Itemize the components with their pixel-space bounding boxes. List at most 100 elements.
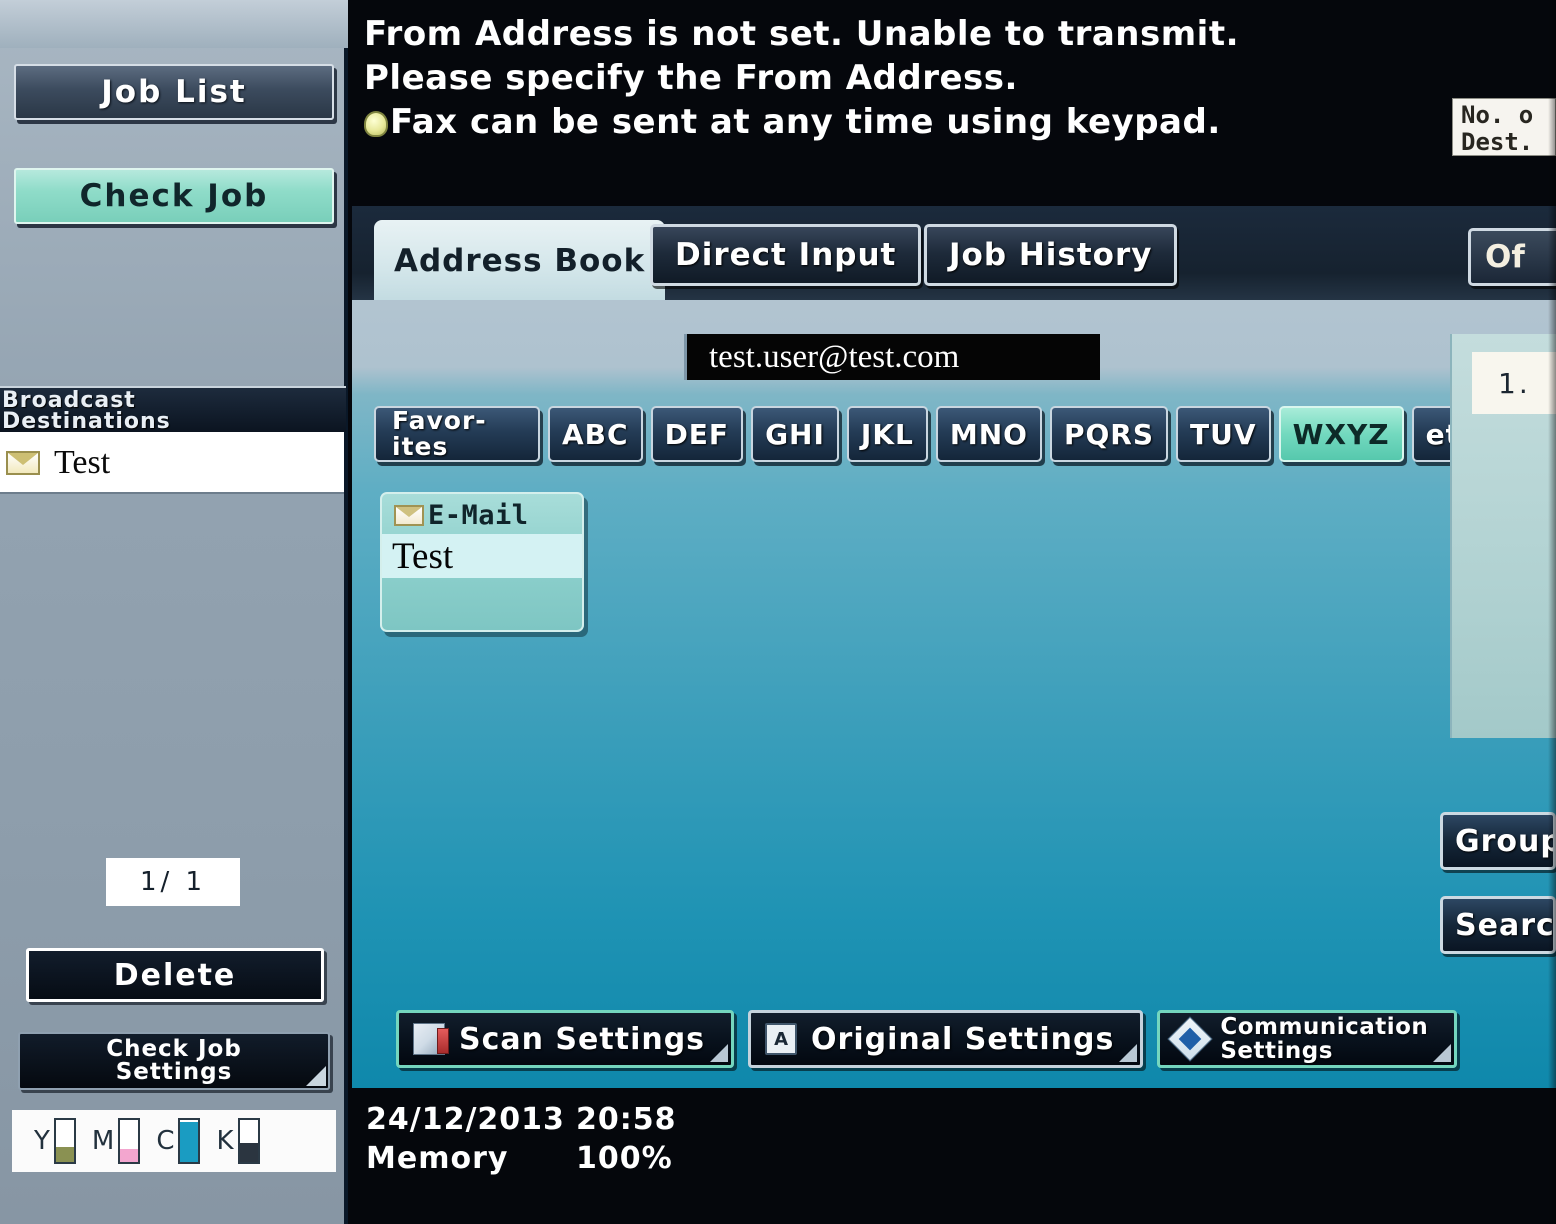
- filter-pqrs-label: PQRS: [1063, 417, 1155, 451]
- status-bar: 24/12/2013 20:58 Memory 100%: [352, 1088, 1556, 1224]
- toner-yellow: Y: [34, 1118, 76, 1164]
- toner-cyan: C: [156, 1118, 201, 1164]
- communication-settings-button[interactable]: Communication Settings: [1157, 1010, 1458, 1068]
- filter-mno[interactable]: MNO: [935, 406, 1042, 462]
- broadcast-header-line2: Destinations: [2, 409, 171, 434]
- filter-pqrs[interactable]: PQRS: [1049, 406, 1169, 462]
- toner-magenta: M: [91, 1118, 141, 1164]
- corner-triangle-icon: [710, 1044, 729, 1062]
- status-message-area: From Address is not set. Unable to trans…: [352, 0, 1556, 206]
- status-memory-value: 100%: [576, 1141, 673, 1176]
- right-subpanel: 1.: [1450, 334, 1556, 738]
- filter-def[interactable]: DEF: [650, 406, 744, 462]
- tab-address-book[interactable]: Address Book: [374, 220, 666, 302]
- printer-touchscreen: Job List Check Job Broadcast Destination…: [0, 0, 1556, 1224]
- sidebar-top-strip: [0, 0, 348, 48]
- envelope-icon: [6, 451, 40, 475]
- card-type-row: E-Mail: [382, 494, 582, 531]
- group-label: Group: [1455, 823, 1556, 859]
- communication-settings-line1: Communication: [1220, 1014, 1429, 1040]
- lightbulb-icon: [364, 111, 388, 137]
- toner-level-indicator: Y M C K: [12, 1110, 336, 1172]
- dest-count-line2: Dest.: [1461, 128, 1534, 156]
- message-line-3: Fax can be sent at any time using keypad…: [390, 102, 1221, 142]
- filter-abc-label: ABC: [562, 417, 629, 451]
- original-settings-button[interactable]: A Original Settings: [748, 1010, 1144, 1068]
- toner-cyan-tube: [178, 1118, 201, 1164]
- list-item[interactable]: Test: [0, 432, 344, 494]
- bottom-button-row: Scan Settings A Original Settings Commun…: [352, 1000, 1556, 1078]
- message-line-1: From Address is not set. Unable to trans…: [364, 14, 1240, 54]
- filter-favorites-label-1: Favor-: [392, 406, 487, 435]
- filter-ghi-label: GHI: [765, 417, 825, 451]
- filter-favorites[interactable]: Favor- ites: [374, 406, 540, 462]
- job-list-button[interactable]: Job List: [14, 64, 334, 120]
- sidebar-page-value: 1/ 1: [139, 867, 207, 897]
- check-job-settings-button[interactable]: Check Job Settings: [18, 1032, 330, 1090]
- card-name-band: Test: [382, 534, 582, 578]
- left-sidebar: Job List Check Job Broadcast Destination…: [0, 0, 348, 1224]
- search-button[interactable]: Search: [1440, 896, 1556, 954]
- broadcast-destinations-list[interactable]: Test: [0, 432, 344, 494]
- broadcast-header-line1: Broadcast: [2, 388, 136, 413]
- filter-favorites-label-2: ites: [392, 432, 449, 461]
- delete-label: Delete: [113, 957, 237, 993]
- destination-name: Test: [54, 444, 111, 481]
- filter-jkl-label: JKL: [860, 417, 914, 451]
- toner-cyan-label: C: [156, 1126, 175, 1156]
- tab-job-history-label: Job History: [949, 237, 1153, 273]
- scan-icon: [413, 1023, 449, 1055]
- message-line-2: Please specify the From Address.: [364, 58, 1018, 98]
- filter-def-label: DEF: [664, 417, 730, 451]
- address-book-panel: test.user@test.com Favor- ites ABC DEF G…: [352, 300, 1556, 1088]
- original-settings-label: Original Settings: [811, 1021, 1115, 1057]
- toner-magenta-label: M: [91, 1126, 115, 1156]
- filter-tuv[interactable]: TUV: [1176, 406, 1271, 462]
- corner-triangle-icon: [1433, 1044, 1452, 1062]
- status-time: 20:58: [576, 1102, 677, 1137]
- tab-job-history[interactable]: Job History: [924, 224, 1178, 286]
- filter-jkl[interactable]: JKL: [846, 406, 928, 462]
- tab-address-book-label: Address Book: [394, 243, 646, 279]
- destination-count-display: No. o Dest.: [1452, 98, 1556, 156]
- corner-triangle-icon: [306, 1066, 326, 1086]
- filter-tuv-label: TUV: [1190, 417, 1257, 451]
- corner-triangle-icon: [1119, 1044, 1138, 1062]
- search-label: Search: [1455, 907, 1555, 943]
- off-hook-button[interactable]: Of: [1468, 228, 1556, 286]
- filter-mno-label: MNO: [949, 417, 1028, 451]
- group-button[interactable]: Group: [1440, 812, 1556, 870]
- toner-black-label: K: [216, 1126, 234, 1156]
- delete-button[interactable]: Delete: [26, 948, 324, 1002]
- address-page-count: 1.: [1472, 352, 1556, 414]
- check-job-settings-line1: Check Job: [106, 1036, 242, 1062]
- toner-magenta-tube: [118, 1118, 141, 1164]
- card-name-label: Test: [392, 535, 454, 577]
- toner-yellow-label: Y: [34, 1126, 50, 1156]
- alphabet-filter-row: Favor- ites ABC DEF GHI JKL MNO PQRS TUV…: [374, 406, 1492, 462]
- dest-count-line1: No. o: [1461, 101, 1534, 129]
- email-address-value: test.user@test.com: [709, 338, 960, 375]
- card-type-label: E-Mail: [428, 500, 529, 531]
- envelope-icon: [394, 505, 424, 526]
- address-page-count-value: 1.: [1498, 366, 1531, 400]
- filter-ghi[interactable]: GHI: [751, 406, 839, 462]
- off-hook-label: Of: [1485, 239, 1525, 275]
- check-job-button[interactable]: Check Job: [14, 168, 334, 224]
- tab-direct-input[interactable]: Direct Input: [650, 224, 922, 286]
- filter-wxyz[interactable]: WXYZ: [1278, 406, 1404, 462]
- scan-settings-button[interactable]: Scan Settings: [396, 1010, 735, 1068]
- toner-black-tube: [237, 1118, 260, 1164]
- email-address-field[interactable]: test.user@test.com: [684, 334, 1100, 380]
- toner-yellow-tube: [53, 1118, 76, 1164]
- tab-direct-input-label: Direct Input: [675, 237, 897, 273]
- communication-settings-label: Communication Settings: [1220, 1015, 1428, 1063]
- check-job-settings-line2: Settings: [115, 1059, 233, 1085]
- check-job-label: Check Job: [79, 178, 269, 214]
- status-date: 24/12/2013: [366, 1102, 565, 1137]
- communication-settings-line2: Settings: [1220, 1038, 1333, 1064]
- toner-black: K: [216, 1118, 260, 1164]
- filter-abc[interactable]: ABC: [548, 406, 643, 462]
- message-line-3-wrapper: Fax can be sent at any time using keypad…: [364, 100, 1556, 144]
- address-book-entry-card[interactable]: E-Mail Test: [380, 492, 584, 632]
